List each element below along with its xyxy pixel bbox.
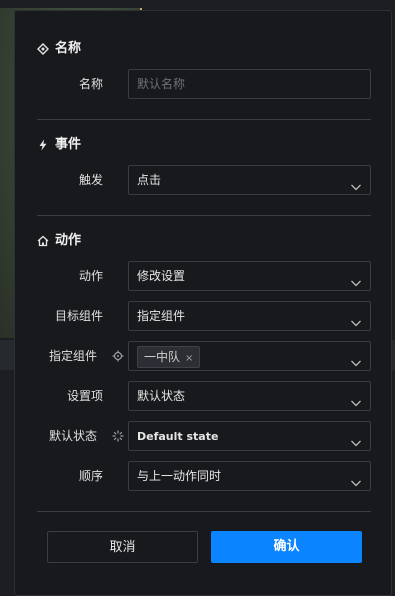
- row-order: 顺序 与上一动作同时: [15, 461, 393, 491]
- chevron-down-icon: [350, 175, 362, 191]
- target-component-value: 指定组件: [137, 309, 186, 323]
- row-action: 动作 修改设置: [15, 261, 393, 291]
- name-label: 名称: [78, 77, 103, 91]
- chevron-down-icon: [350, 431, 362, 447]
- chevron-down-icon: [350, 471, 362, 487]
- chevron-down-icon: [350, 311, 362, 327]
- row-default-state: 默认状态 Default state: [15, 421, 393, 451]
- setting-item-label: 设置项: [66, 389, 103, 403]
- divider: [37, 215, 371, 216]
- default-state-select[interactable]: Default state: [128, 421, 371, 451]
- chevron-down-icon: [350, 351, 362, 367]
- order-select[interactable]: 与上一动作同时: [128, 461, 371, 491]
- section-title-event: 事件: [37, 135, 81, 155]
- order-label: 顺序: [78, 469, 103, 483]
- target-component-label: 目标组件: [54, 309, 103, 323]
- divider: [37, 511, 371, 512]
- setting-item-value: 默认状态: [137, 389, 186, 403]
- row-setting-item: 设置项 默认状态: [15, 381, 393, 411]
- loading-spinner-icon: [111, 429, 125, 443]
- lightning-icon: [37, 139, 49, 151]
- chevron-down-icon: [350, 391, 362, 407]
- name-input[interactable]: 默认名称: [128, 69, 371, 99]
- crosshair-icon[interactable]: [111, 349, 125, 363]
- section-title-name-label: 名称: [55, 41, 82, 56]
- chevron-down-icon: [350, 271, 362, 287]
- cancel-button[interactable]: 取消: [47, 531, 198, 563]
- row-target-component: 目标组件 指定组件: [15, 301, 393, 331]
- section-title-action: 动作: [37, 231, 81, 251]
- confirm-button[interactable]: 确认: [211, 531, 362, 563]
- divider: [37, 119, 371, 120]
- row-trigger: 触发 点击: [15, 165, 393, 195]
- setting-item-select[interactable]: 默认状态: [128, 381, 371, 411]
- default-state-value: Default state: [137, 430, 219, 443]
- diamond-target-icon: [37, 43, 49, 55]
- component-tag-label: 一中队: [144, 350, 181, 364]
- action-label: 动作: [78, 269, 103, 283]
- order-value: 与上一动作同时: [137, 469, 222, 483]
- trigger-select[interactable]: 点击: [128, 165, 371, 195]
- section-title-event-label: 事件: [55, 137, 82, 152]
- action-value: 修改设置: [137, 269, 186, 283]
- row-name: 名称 默认名称: [15, 69, 393, 99]
- target-component-select[interactable]: 指定组件: [128, 301, 371, 331]
- house-icon: [37, 235, 49, 247]
- tag-remove-icon[interactable]: ×: [185, 353, 193, 364]
- component-tag: 一中队 ×: [137, 346, 201, 368]
- row-specified-component: 指定组件 一中队 ×: [15, 341, 393, 371]
- specified-component-select[interactable]: 一中队 ×: [128, 341, 371, 371]
- section-title-action-label: 动作: [55, 233, 82, 248]
- section-title-name: 名称: [37, 39, 81, 59]
- trigger-label: 触发: [78, 173, 103, 187]
- specified-component-label: 指定组件: [48, 349, 97, 363]
- interaction-dialog: 名称 名称 默认名称 事件 触发 点击 动作 动作 修改设置 目标组件 指定组件…: [14, 10, 392, 596]
- trigger-value: 点击: [137, 173, 162, 187]
- default-state-label: 默认状态: [48, 429, 97, 443]
- action-select[interactable]: 修改设置: [128, 261, 371, 291]
